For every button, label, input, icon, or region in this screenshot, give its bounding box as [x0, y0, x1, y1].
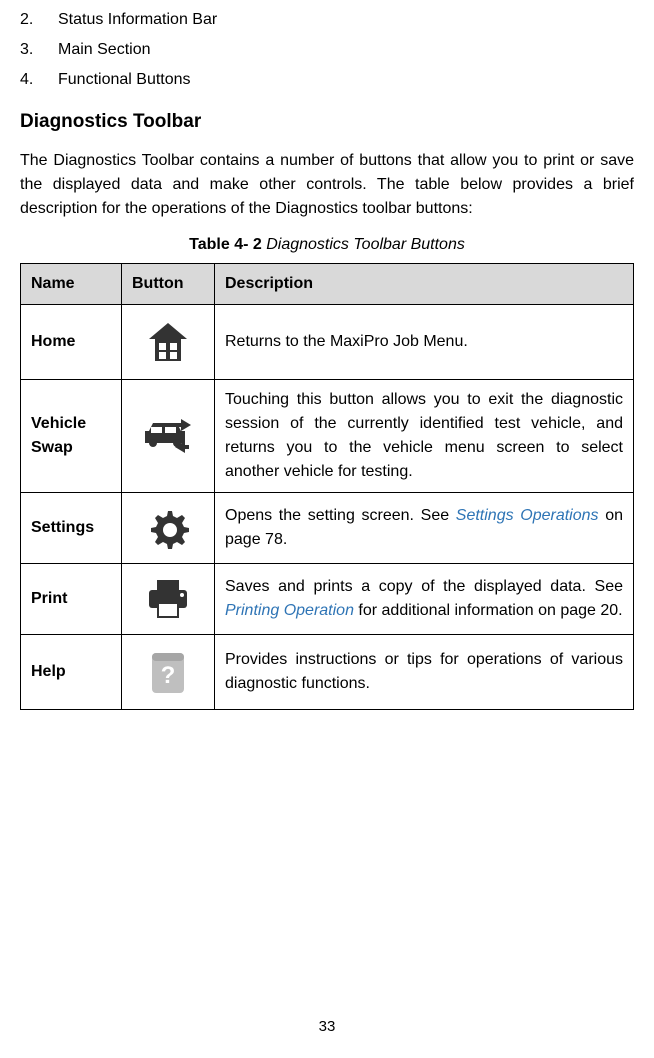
home-icon: [145, 319, 191, 365]
desc-pre: Saves and prints a copy of the displayed…: [225, 578, 623, 595]
row-description: Provides instructions or tips for operat…: [215, 634, 634, 709]
table-row: Vehicle Swap Touching this button allows…: [21, 379, 634, 492]
list-number: 2.: [20, 8, 58, 32]
intro-paragraph: The Diagnostics Toolbar contains a numbe…: [20, 149, 634, 221]
list-number: 4.: [20, 68, 58, 92]
row-description: Saves and prints a copy of the displayed…: [215, 563, 634, 634]
row-name: Settings: [21, 492, 122, 563]
row-name: Print: [21, 563, 122, 634]
section-heading: Diagnostics Toolbar: [20, 108, 634, 137]
table-caption: Table 4- 2 Diagnostics Toolbar Buttons: [20, 233, 634, 257]
row-description: Touching this button allows you to exit …: [215, 379, 634, 492]
row-icon-cell: [122, 379, 215, 492]
row-icon-cell: [122, 304, 215, 379]
gear-icon: [147, 507, 189, 549]
list-item: 3. Main Section: [20, 38, 634, 62]
row-icon-cell: ?: [122, 634, 215, 709]
th-button: Button: [122, 263, 215, 304]
th-description: Description: [215, 263, 634, 304]
row-icon-cell: [122, 563, 215, 634]
vehicle-swap-icon: [141, 417, 195, 455]
settings-operations-link[interactable]: Settings Operations: [456, 507, 599, 524]
list-number: 3.: [20, 38, 58, 62]
table-row: Settings Opens the setting screen. See S…: [21, 492, 634, 563]
list-item: 4. Functional Buttons: [20, 68, 634, 92]
table-caption-label: Table 4- 2: [189, 236, 262, 253]
list-text: Status Information Bar: [58, 8, 217, 32]
row-description: Opens the setting screen. See Settings O…: [215, 492, 634, 563]
table-row: Home Returns to the MaxiPro Job Menu.: [21, 304, 634, 379]
desc-pre: Opens the setting screen. See: [225, 507, 456, 524]
table-row: Help ? Provides instructions or tips for…: [21, 634, 634, 709]
toolbar-buttons-table: Name Button Description Home Returns to: [20, 263, 634, 710]
help-icon: ?: [148, 649, 188, 695]
row-name: Home: [21, 304, 122, 379]
printing-operation-link[interactable]: Printing Operation: [225, 602, 354, 619]
row-name: Vehicle Swap: [21, 379, 122, 492]
print-icon: [145, 578, 191, 620]
row-icon-cell: [122, 492, 215, 563]
svg-text:?: ?: [161, 662, 176, 689]
page-number: 33: [0, 1016, 654, 1039]
list-text: Main Section: [58, 38, 151, 62]
list-text: Functional Buttons: [58, 68, 191, 92]
row-description: Returns to the MaxiPro Job Menu.: [215, 304, 634, 379]
table-row: Print Saves and prints a copy of the dis…: [21, 563, 634, 634]
table-caption-title: Diagnostics Toolbar Buttons: [262, 236, 465, 253]
th-name: Name: [21, 263, 122, 304]
row-name: Help: [21, 634, 122, 709]
list-item: 2. Status Information Bar: [20, 8, 634, 32]
desc-post: for additional information on page 20.: [354, 602, 623, 619]
